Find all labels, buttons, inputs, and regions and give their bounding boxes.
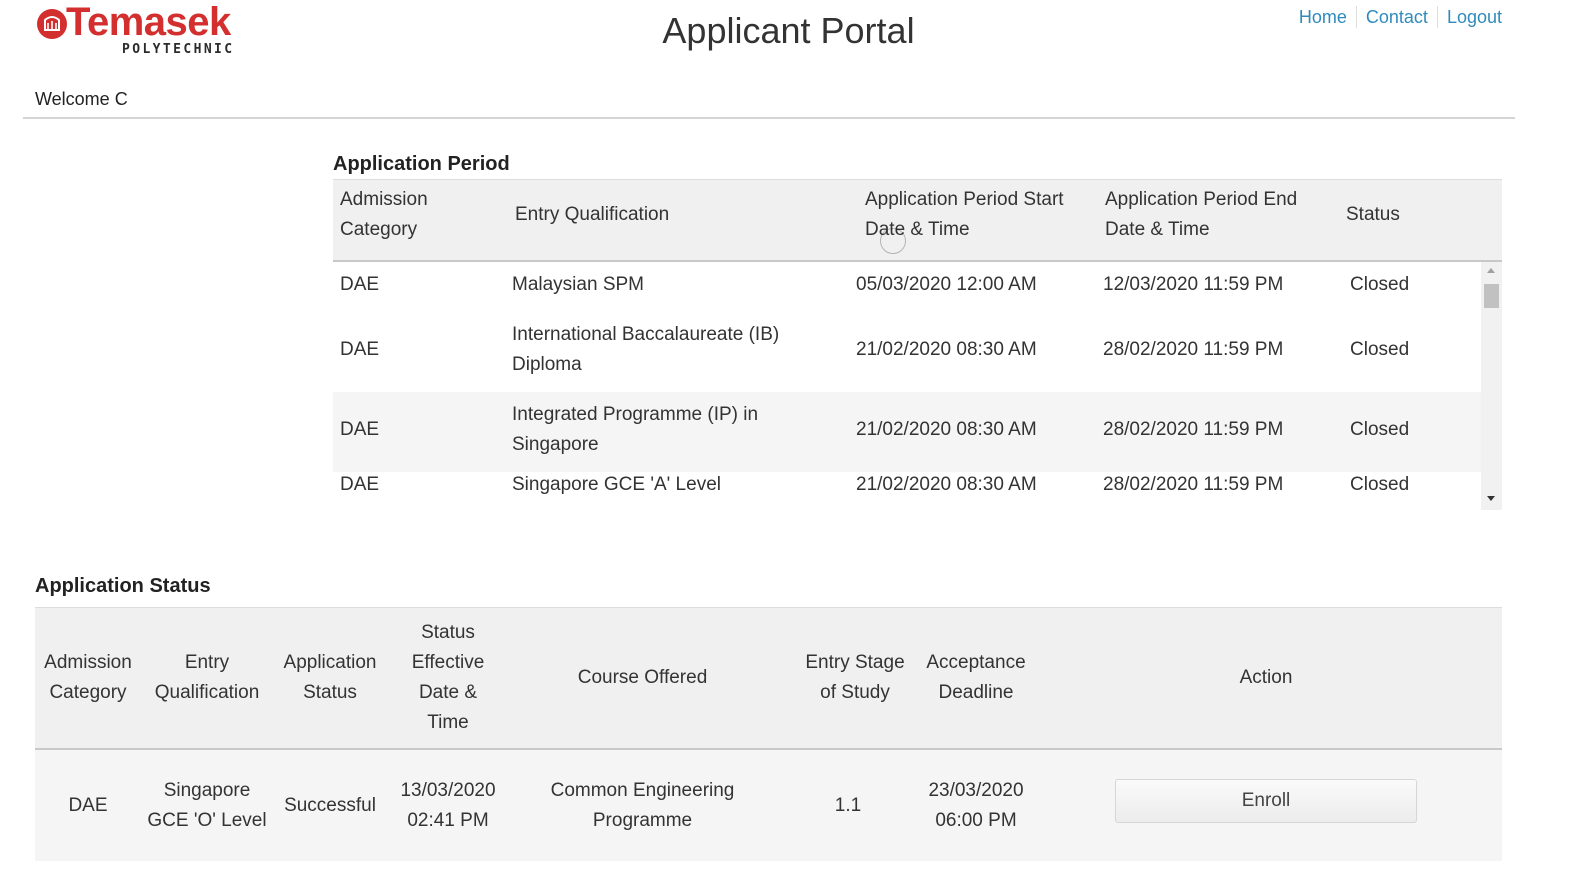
scroll-down-icon[interactable] xyxy=(1487,496,1495,501)
col-action: Action xyxy=(1239,667,1293,688)
application-status-table: Admission Category Entry Qualification A… xyxy=(35,607,1502,861)
col-acceptance-deadline: Acceptance Deadline xyxy=(926,652,1026,703)
nav-home-link[interactable]: Home xyxy=(1290,6,1356,28)
application-period-title: Application Period xyxy=(333,153,510,175)
nav-contact-link[interactable]: Contact xyxy=(1355,6,1437,28)
cell-status-effective: 13/03/2020 02:41 PM xyxy=(400,779,496,831)
cell-category: DAE xyxy=(340,339,380,360)
mouse-cursor xyxy=(880,228,906,254)
cell-entry-stage: 1.1 xyxy=(834,794,862,816)
col-application-status: Application Status xyxy=(283,652,377,703)
cell-application-status: Successful xyxy=(284,794,376,816)
period-table-scrollbar[interactable] xyxy=(1481,262,1502,510)
cell-qualification: International Baccalaureate (IB) Diploma xyxy=(512,324,780,375)
nav-logout-link[interactable]: Logout xyxy=(1436,6,1511,28)
cell-status: Closed xyxy=(1350,419,1410,440)
cell-course-offered: Common Engineering Programme xyxy=(550,779,735,831)
enroll-button[interactable]: Enroll xyxy=(1115,779,1417,823)
cell-status: Closed xyxy=(1350,274,1410,295)
table-row: DAE Integrated Programme (IP) in Singapo… xyxy=(333,392,1481,472)
cell-status: Closed xyxy=(1350,474,1410,495)
table-row: DAE Malaysian SPM 05/03/2020 12:00 AM 12… xyxy=(333,262,1481,312)
cell-qualification: Singapore GCE 'O' Level xyxy=(147,779,267,831)
col-entry-qualification: Entry Qualification xyxy=(154,652,260,703)
scroll-up-icon[interactable] xyxy=(1487,268,1495,273)
cell-qualification: Integrated Programme (IP) in Singapore xyxy=(512,404,759,455)
cell-start: 21/02/2020 08:30 AM xyxy=(856,474,1037,495)
cell-end: 28/02/2020 11:59 PM xyxy=(1103,419,1284,440)
col-course-offered: Course Offered xyxy=(577,667,708,688)
header-divider xyxy=(23,117,1515,119)
table-row: DAE International Baccalaureate (IB) Dip… xyxy=(333,312,1481,392)
cell-category: DAE xyxy=(340,274,380,295)
application-period-table: Admission Category Entry Qualification A… xyxy=(333,179,1502,510)
cell-qualification: Malaysian SPM xyxy=(512,274,644,295)
col-status-effective: Status Effective Date & Time xyxy=(411,622,485,733)
table-row: DAE Singapore GCE 'A' Level 21/02/2020 0… xyxy=(333,472,1481,510)
period-table-body[interactable]: DAE Malaysian SPM 05/03/2020 12:00 AM 12… xyxy=(333,262,1502,510)
cell-category: DAE xyxy=(340,419,380,440)
cell-start: 21/02/2020 08:30 AM xyxy=(856,339,1037,360)
welcome-message: Welcome C xyxy=(35,89,128,109)
cell-end: 28/02/2020 11:59 PM xyxy=(1103,474,1284,495)
top-nav: Home Contact Logout xyxy=(1290,6,1511,28)
period-table-header: Admission Category Entry Qualification A… xyxy=(333,179,1502,262)
col-entry-qualification: Entry Qualification xyxy=(515,204,670,225)
col-period-end: Application Period End Date & Time xyxy=(1105,189,1298,240)
cell-start: 05/03/2020 12:00 AM xyxy=(856,274,1037,295)
cell-qualification: Singapore GCE 'A' Level xyxy=(512,474,721,495)
scrollbar-thumb[interactable] xyxy=(1484,284,1499,308)
col-status: Status xyxy=(1346,204,1400,225)
status-table-header: Admission Category Entry Qualification A… xyxy=(35,607,1502,750)
table-row: DAE Singapore GCE 'O' Level Successful 1… xyxy=(35,750,1502,861)
col-admission-category: Admission Category xyxy=(340,189,428,240)
cell-acceptance-deadline: 23/03/2020 06:00 PM xyxy=(928,779,1024,831)
cell-start: 21/02/2020 08:30 AM xyxy=(856,419,1037,440)
col-entry-stage: Entry Stage of Study xyxy=(805,652,905,703)
col-admission-category: Admission Category xyxy=(44,652,132,703)
cell-end: 28/02/2020 11:59 PM xyxy=(1103,339,1284,360)
cell-category: DAE xyxy=(68,794,108,816)
cell-status: Closed xyxy=(1350,339,1410,360)
cell-category: DAE xyxy=(340,474,380,495)
cell-end: 12/03/2020 11:59 PM xyxy=(1103,274,1284,295)
application-status-title: Application Status xyxy=(35,575,211,597)
